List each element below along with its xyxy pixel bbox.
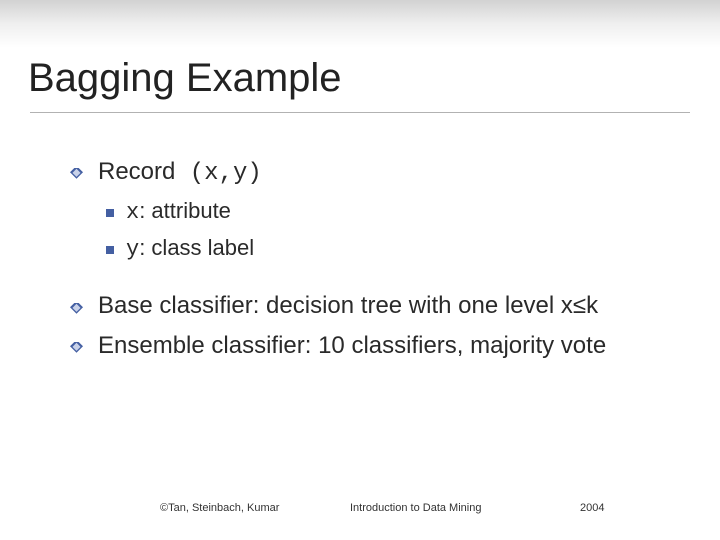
- diamond-bullet-icon: [70, 168, 83, 181]
- ensemble-classifier-text: Ensemble classifier: 10 classifiers, maj…: [98, 332, 606, 359]
- x-desc: : attribute: [139, 198, 231, 223]
- base-classifier-text: Base classifier: decision tree with one …: [98, 292, 598, 319]
- slide: Bagging Example Record (x,y) x: attribut…: [0, 0, 720, 540]
- y-desc: : class label: [139, 235, 254, 260]
- sub-bullet-y: y: class label: [70, 234, 670, 265]
- x-var: x: [126, 200, 139, 225]
- bullet-base-classifier: Base classifier: decision tree with one …: [70, 290, 670, 321]
- footer-left: ©Tan, Steinbach, Kumar: [160, 502, 279, 514]
- footer-right: 2004: [580, 502, 604, 514]
- bullet-record: Record (x,y): [70, 156, 670, 189]
- record-label: Record: [98, 158, 175, 185]
- diamond-bullet-icon: [70, 303, 83, 316]
- y-var: y: [126, 237, 139, 262]
- title-underline: [30, 112, 690, 113]
- footer-center: Introduction to Data Mining: [350, 502, 481, 514]
- sub-bullet-group: x: attribute y: class label: [70, 197, 670, 264]
- slide-title: Bagging Example: [28, 56, 342, 101]
- record-tuple: (x,y): [175, 160, 261, 187]
- bullet-ensemble-classifier: Ensemble classifier: 10 classifiers, maj…: [70, 330, 670, 361]
- slide-content: Record (x,y) x: attribute y: class label…: [70, 156, 670, 369]
- diamond-bullet-icon: [70, 342, 83, 355]
- sub-bullet-x: x: attribute: [70, 197, 670, 228]
- top-shadow: [0, 0, 720, 48]
- spacer: [70, 280, 670, 290]
- slide-footer: ©Tan, Steinbach, Kumar Introduction to D…: [0, 502, 720, 520]
